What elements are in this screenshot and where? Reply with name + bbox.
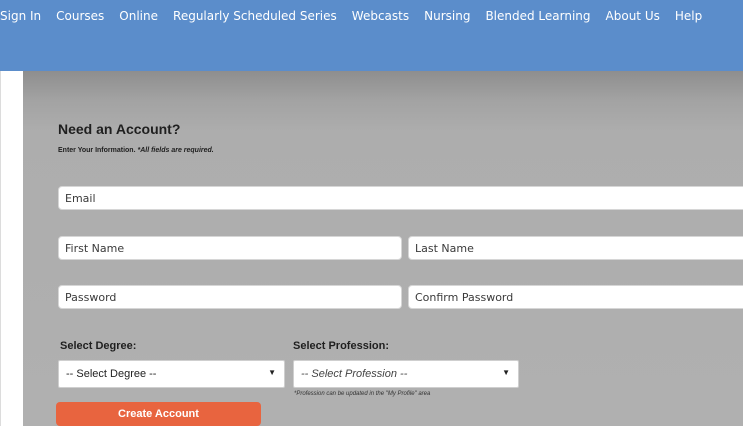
left-rail-divider: [0, 71, 1, 426]
profession-select[interactable]: -- Select Profession -- ▼: [293, 360, 519, 388]
profession-select-value: -- Select Profession --: [301, 368, 408, 380]
nav-item-blended-learning[interactable]: Blended Learning: [485, 9, 590, 23]
last-name-field[interactable]: [408, 236, 743, 260]
nav-item-courses[interactable]: Courses: [56, 9, 104, 23]
form-instructions: Enter Your Information. *All fields are …: [58, 147, 214, 154]
degree-select-value: -- Select Degree --: [66, 368, 157, 380]
nav-item-about-us[interactable]: About Us: [606, 9, 660, 23]
password-field[interactable]: [58, 285, 402, 309]
first-name-field[interactable]: [58, 236, 402, 260]
nav-item-sign-in[interactable]: Sign In: [0, 9, 41, 23]
degree-label: Select Degree:: [60, 340, 137, 352]
email-field[interactable]: [58, 186, 743, 210]
dropdown-arrow-icon: ▼: [268, 368, 276, 377]
main-nav: Sign In Courses Online Regularly Schedul…: [0, 9, 717, 23]
degree-select[interactable]: -- Select Degree -- ▼: [58, 360, 285, 388]
profession-label: Select Profession:: [293, 340, 389, 352]
create-account-button[interactable]: Create Account: [56, 402, 261, 426]
dropdown-arrow-icon: ▼: [502, 368, 510, 377]
nav-item-regularly-scheduled-series[interactable]: Regularly Scheduled Series: [173, 9, 337, 23]
nav-item-webcasts[interactable]: Webcasts: [352, 9, 409, 23]
instructions-text: Enter Your Information.: [58, 147, 136, 154]
nav-item-nursing[interactable]: Nursing: [424, 9, 470, 23]
profession-note: *Profession can be updated in the "My Pr…: [294, 391, 431, 397]
nav-item-help[interactable]: Help: [675, 9, 702, 23]
page-title: Need an Account?: [58, 121, 181, 137]
required-fields-note: *All fields are required.: [137, 147, 214, 154]
confirm-password-field[interactable]: [408, 285, 743, 309]
left-rail: [15, 71, 23, 426]
nav-item-online[interactable]: Online: [119, 9, 158, 23]
top-navigation-bar: Sign In Courses Online Regularly Schedul…: [0, 0, 743, 71]
